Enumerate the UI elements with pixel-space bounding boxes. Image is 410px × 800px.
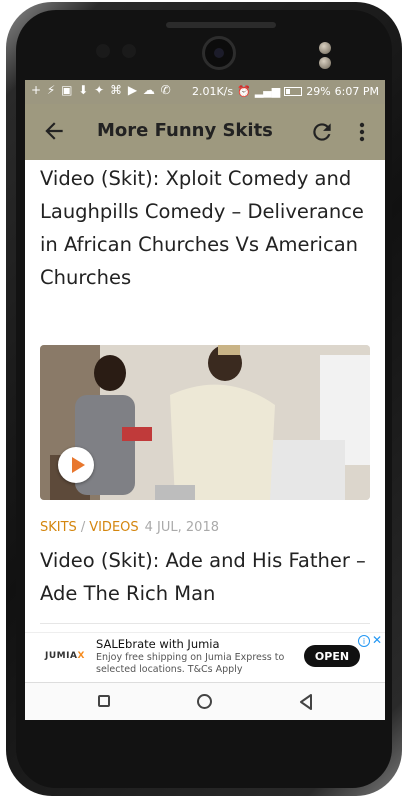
ad-logo: JUMIAX <box>45 651 85 661</box>
recent-apps-icon[interactable] <box>98 695 110 707</box>
earpiece-speaker <box>166 22 276 28</box>
post-thumbnail[interactable] <box>40 345 370 500</box>
category-separator: / <box>80 520 86 535</box>
post-title-link[interactable]: Video (Skit): Ade and His Father – Ade T… <box>40 544 375 610</box>
alarm-icon: ⏰ <box>237 85 251 98</box>
phone-screen: + ⚡ ▣ ⬇ ✦ ⌘ ▶ ☁ ✆ 2.01K/s ⏰ ▂▄▆ 29% 6:07… <box>25 80 385 720</box>
ad-logo-accent: X <box>77 651 85 661</box>
category-link-skits[interactable]: SKITS <box>40 520 77 535</box>
post-list: Video (Skit): Xploit Comedy and Laughpil… <box>25 160 385 632</box>
clock: 6:07 PM <box>334 85 379 98</box>
category-link-videos[interactable]: VIDEOS <box>89 520 138 535</box>
ad-banner[interactable]: JUMIAX SALEbrate with Jumia Enjoy free s… <box>25 632 385 683</box>
app-bar: More Funny Skits <box>25 104 385 160</box>
flash-sensor <box>319 57 331 69</box>
ad-info-icon[interactable]: i <box>358 635 370 647</box>
ad-description: Enjoy free shipping on Jumia Express to … <box>96 652 285 675</box>
home-icon[interactable] <box>197 694 212 709</box>
play-icon[interactable] <box>58 447 94 483</box>
divider <box>40 623 370 624</box>
status-bar: + ⚡ ▣ ⬇ ✦ ⌘ ▶ ☁ ✆ 2.01K/s ⏰ ▂▄▆ 29% 6:07… <box>25 80 385 104</box>
ad-close-icon[interactable]: ✕ <box>372 633 382 647</box>
signal-icon: ▂▄▆ <box>254 85 281 98</box>
post-date: 4 JUL, 2018 <box>144 520 219 535</box>
status-right-group: 2.01K/s ⏰ ▂▄▆ 29% 6:07 PM <box>192 85 379 98</box>
nav-back-icon[interactable] <box>297 693 315 711</box>
bezel-dimple <box>96 44 110 58</box>
system-nav-bar <box>25 682 385 720</box>
front-camera <box>202 36 236 70</box>
proximity-sensor <box>319 42 331 54</box>
bezel-dimple <box>122 44 136 58</box>
network-speed: 2.01K/s <box>191 85 234 98</box>
post-meta: SKITS / VIDEOS 4 JUL, 2018 <box>40 520 219 535</box>
post-title-link[interactable]: Video (Skit): Xploit Comedy and Laughpil… <box>40 162 375 294</box>
refresh-icon[interactable] <box>309 119 335 145</box>
notification-icons: + ⚡ ▣ ⬇ ✦ ⌘ ▶ ☁ ✆ <box>31 83 172 97</box>
ad-logo-text: JUMIA <box>45 651 78 661</box>
page-title: More Funny Skits <box>97 120 273 141</box>
ad-title: SALEbrate with Jumia <box>96 637 220 651</box>
battery-level: 29% <box>306 85 331 98</box>
more-vert-icon[interactable] <box>353 119 371 145</box>
arrow-left-icon[interactable] <box>41 118 67 144</box>
battery-icon <box>284 87 303 96</box>
ad-open-button[interactable]: OPEN <box>304 645 360 667</box>
